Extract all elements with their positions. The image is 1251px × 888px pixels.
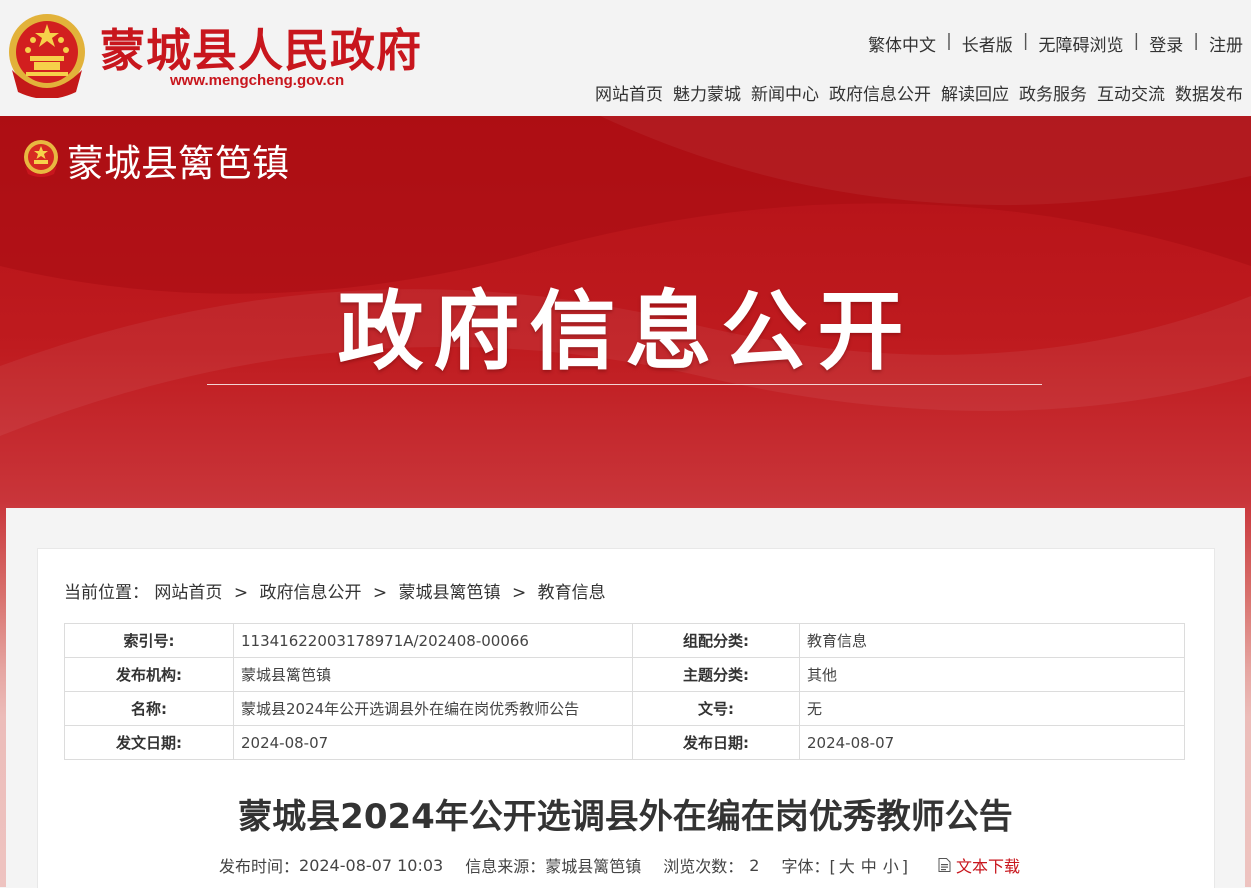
meta-label-category: 组配分类: — [632, 623, 800, 658]
publish-time-value: 2024-08-07 10:03 — [299, 855, 444, 875]
meta-value-name: 蒙城县2024年公开选调县外在编在岗优秀教师公告 — [233, 691, 633, 726]
meta-label-issue-date: 发文日期: — [64, 725, 234, 760]
table-row: 名称: 蒙城县2024年公开选调县外在编在岗优秀教师公告 文号: 无 — [64, 691, 1185, 726]
meta-value-issue-date: 2024-08-07 — [233, 725, 633, 760]
meta-value-category: 教育信息 — [799, 623, 1185, 658]
source-label: 信息来源： — [465, 857, 546, 876]
meta-label-index: 索引号: — [64, 623, 234, 658]
breadcrumb-item-education[interactable]: 教育信息 — [538, 583, 606, 603]
font-size-small[interactable]: 小 — [883, 857, 899, 876]
text-download-button[interactable]: 文本下载 — [938, 853, 1020, 877]
table-row: 发文日期: 2024-08-07 发布日期: 2024-08-07 — [64, 725, 1185, 760]
source-value: 蒙城县篱笆镇 — [545, 857, 642, 876]
nav-item-gov-services[interactable]: 政务服务 — [1019, 80, 1087, 105]
nav-item-charm-mengcheng[interactable]: 魅力蒙城 — [673, 80, 741, 105]
table-row: 索引号: 11341622003178971A/202408-00066 组配分… — [64, 623, 1185, 658]
views-label: 浏览次数： — [663, 857, 744, 876]
meta-value-index: 11341622003178971A/202408-00066 — [233, 623, 633, 658]
meta-value-publisher: 蒙城县篱笆镇 — [233, 657, 633, 692]
separator: | — [1022, 31, 1029, 51]
nav-item-news-center[interactable]: 新闻中心 — [751, 80, 819, 105]
meta-label-topic: 主题分类: — [632, 657, 800, 692]
breadcrumb-separator: > — [372, 583, 388, 603]
table-row: 发布机构: 蒙城县篱笆镇 主题分类: 其他 — [64, 657, 1185, 692]
breadcrumb-separator: > — [233, 583, 249, 603]
meta-value-topic: 其他 — [799, 657, 1185, 692]
nav-item-interpretation[interactable]: 解读回应 — [941, 80, 1009, 105]
font-size-switcher: [大中小] — [829, 853, 908, 877]
main-nav: 网站首页 魅力蒙城 新闻中心 政府信息公开 解读回应 政务服务 互动交流 数据发… — [585, 80, 1243, 105]
util-link-elder-version[interactable]: 长者版 — [962, 31, 1013, 56]
breadcrumb-item-gov-info[interactable]: 政府信息公开 — [259, 583, 361, 603]
breadcrumb-item-town[interactable]: 蒙城县篱笆镇 — [399, 583, 501, 603]
publish-time-label: 发布时间： — [219, 857, 300, 876]
info-metadata-table: 索引号: 11341622003178971A/202408-00066 组配分… — [64, 623, 1185, 760]
breadcrumb-item-home[interactable]: 网站首页 — [154, 583, 222, 603]
meta-value-publish-date: 2024-08-07 — [799, 725, 1185, 760]
meta-label-publisher: 发布机构: — [64, 657, 234, 692]
separator: | — [1133, 31, 1140, 51]
font-size-medium[interactable]: 中 — [861, 857, 877, 876]
nav-item-interaction[interactable]: 互动交流 — [1097, 80, 1165, 105]
bracket: ] — [901, 857, 908, 876]
util-link-register[interactable]: 注册 — [1209, 31, 1243, 56]
util-link-traditional-chinese[interactable]: 繁体中文 — [868, 31, 936, 56]
meta-label-doc-number: 文号: — [632, 691, 800, 726]
font-size-label: 字体： — [781, 857, 830, 876]
document-download-icon — [938, 858, 951, 872]
site-domain: www.mengcheng.gov.cn — [170, 72, 345, 89]
util-link-accessibility[interactable]: 无障碍浏览 — [1039, 31, 1124, 56]
site-header: 蒙城县人民政府 www.mengcheng.gov.cn 繁体中文 | 长者版 … — [0, 0, 1251, 116]
meta-value-doc-number: 无 — [799, 691, 1185, 726]
article-meta: 发布时间： 2024-08-07 10:03 信息来源： 蒙城县篱笆镇 浏览次数… — [219, 853, 1020, 877]
nav-item-gov-info-disclosure[interactable]: 政府信息公开 — [829, 80, 931, 105]
breadcrumb: 当前位置： 网站首页 > 政府信息公开 > 蒙城县篱笆镇 > 教育信息 — [64, 578, 606, 603]
separator: | — [1193, 31, 1199, 51]
meta-label-name: 名称: — [64, 691, 234, 726]
breadcrumb-separator: > — [511, 583, 527, 603]
banner-title: 政府信息公开 — [337, 282, 914, 382]
separator: | — [946, 31, 952, 51]
meta-label-publish-date: 发布日期: — [632, 725, 800, 760]
text-download-label: 文本下载 — [956, 857, 1021, 876]
national-emblem-icon — [24, 140, 58, 177]
bracket: [ — [829, 857, 836, 876]
town-name[interactable]: 蒙城县篱笆镇 — [67, 133, 289, 187]
national-emblem-icon[interactable] — [6, 10, 88, 98]
font-size-large[interactable]: 大 — [839, 857, 855, 876]
site-name[interactable]: 蒙城县人民政府 — [100, 14, 422, 79]
nav-item-data-release[interactable]: 数据发布 — [1175, 80, 1243, 105]
nav-item-home[interactable]: 网站首页 — [595, 80, 663, 105]
article-title: 蒙城县2024年公开选调县外在编在岗优秀教师公告 — [238, 797, 1013, 837]
utility-links: 繁体中文 | 长者版 | 无障碍浏览 | 登录 | 注册 — [868, 31, 1243, 56]
breadcrumb-prefix: 当前位置： — [64, 583, 149, 603]
views-value: 2 — [749, 855, 760, 875]
util-link-login[interactable]: 登录 — [1149, 31, 1183, 56]
banner-divider — [207, 384, 1042, 385]
